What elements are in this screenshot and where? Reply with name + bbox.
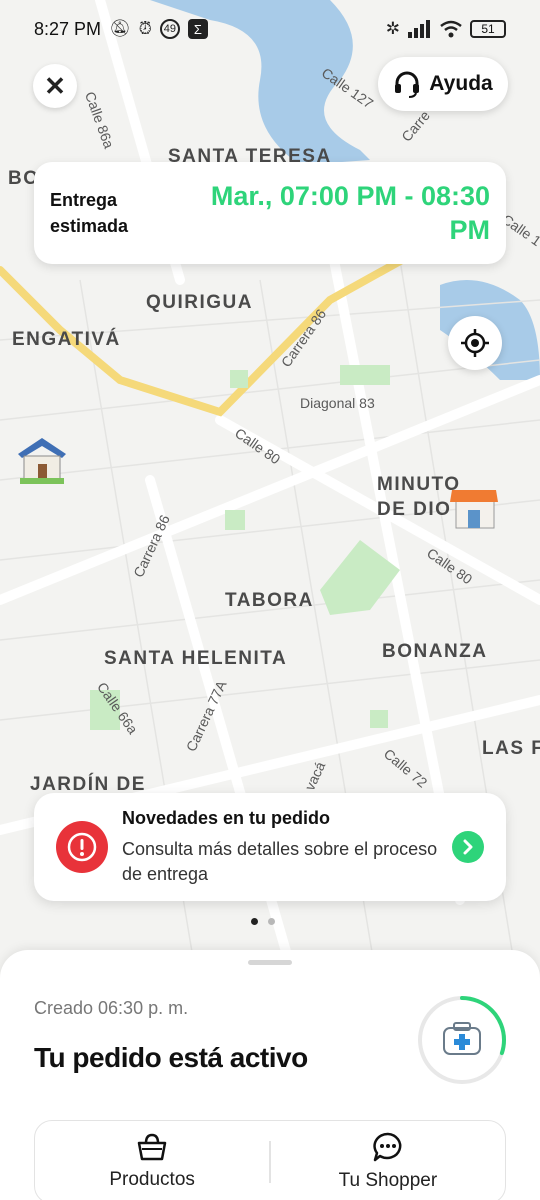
locate-button[interactable]	[448, 316, 502, 370]
district-label: QUIRIGUA	[146, 292, 253, 313]
alarm-icon: ⏰︎	[138, 19, 152, 38]
district-label: LAS F	[482, 738, 540, 759]
sheet-handle[interactable]	[248, 960, 292, 965]
battery-icon: 51	[470, 20, 506, 38]
pager-dot[interactable]	[251, 918, 258, 925]
eta-value: Mar., 07:00 PM - 08:30 PM	[210, 181, 490, 245]
close-icon: ✕	[44, 70, 66, 101]
bluetooth-icon: ✲	[385, 19, 400, 38]
tab-shopper[interactable]: Tu Shopper	[271, 1121, 505, 1200]
badge-49-icon: 49	[159, 19, 180, 39]
medical-kit-icon	[443, 1022, 481, 1055]
eta-label: Entrega estimada	[50, 190, 129, 236]
district-label: DE DIO	[377, 499, 452, 520]
street-label: Diagonal 83	[300, 395, 375, 411]
district-label: TABORA	[225, 590, 314, 611]
mute-icon: 🔕︎	[109, 19, 131, 38]
news-title: Novedades en tu pedido	[122, 807, 331, 828]
help-label: Ayuda	[429, 72, 493, 95]
district-label: SANTA HELENITA	[104, 648, 288, 669]
tab-label: Tu Shopper	[338, 1170, 438, 1191]
status-bar: 8:27 PM 🔕︎ ⏰︎ 49 Σ ✲ 51	[0, 0, 540, 58]
store-marker-icon[interactable]	[446, 478, 502, 534]
clock: 8:27 PM	[34, 18, 102, 39]
news-body: Consulta más detalles sobre el proceso d…	[122, 838, 438, 884]
tab-products[interactable]: Productos	[35, 1121, 269, 1200]
district-label: ENGATIVÁ	[12, 329, 121, 350]
created-time: Creado 06:30 p. m.	[34, 998, 189, 1018]
pager-dot[interactable]	[268, 918, 275, 925]
wifi-icon	[440, 20, 462, 38]
home-marker-icon[interactable]	[14, 432, 70, 488]
crosshair-icon	[461, 329, 489, 357]
app-icon: Σ	[187, 19, 208, 39]
headset-icon	[395, 71, 420, 98]
chevron-right-icon[interactable]	[452, 831, 484, 863]
order-tabs: Productos Tu Shopper	[34, 1120, 506, 1200]
order-status-title: Tu pedido está activo	[34, 1042, 308, 1073]
order-news-card[interactable]: Novedades en tu pedido Consulta más deta…	[34, 793, 506, 901]
delivery-estimate-card: Entrega estimada Mar., 07:00 PM - 08:30 …	[34, 162, 506, 264]
order-progress-ring	[418, 996, 506, 1084]
help-button[interactable]: Ayuda	[378, 57, 508, 111]
pager-dots	[251, 918, 275, 925]
basket-icon	[137, 1133, 167, 1161]
order-bottom-sheet[interactable]: Creado 06:30 p. m. Tu pedido está activo…	[0, 950, 540, 1200]
signal-icon	[408, 20, 430, 38]
tab-label: Productos	[109, 1169, 195, 1190]
chat-icon	[373, 1132, 402, 1162]
alert-icon	[56, 821, 108, 873]
district-label: BONANZA	[382, 641, 488, 662]
close-button[interactable]: ✕	[33, 64, 77, 108]
